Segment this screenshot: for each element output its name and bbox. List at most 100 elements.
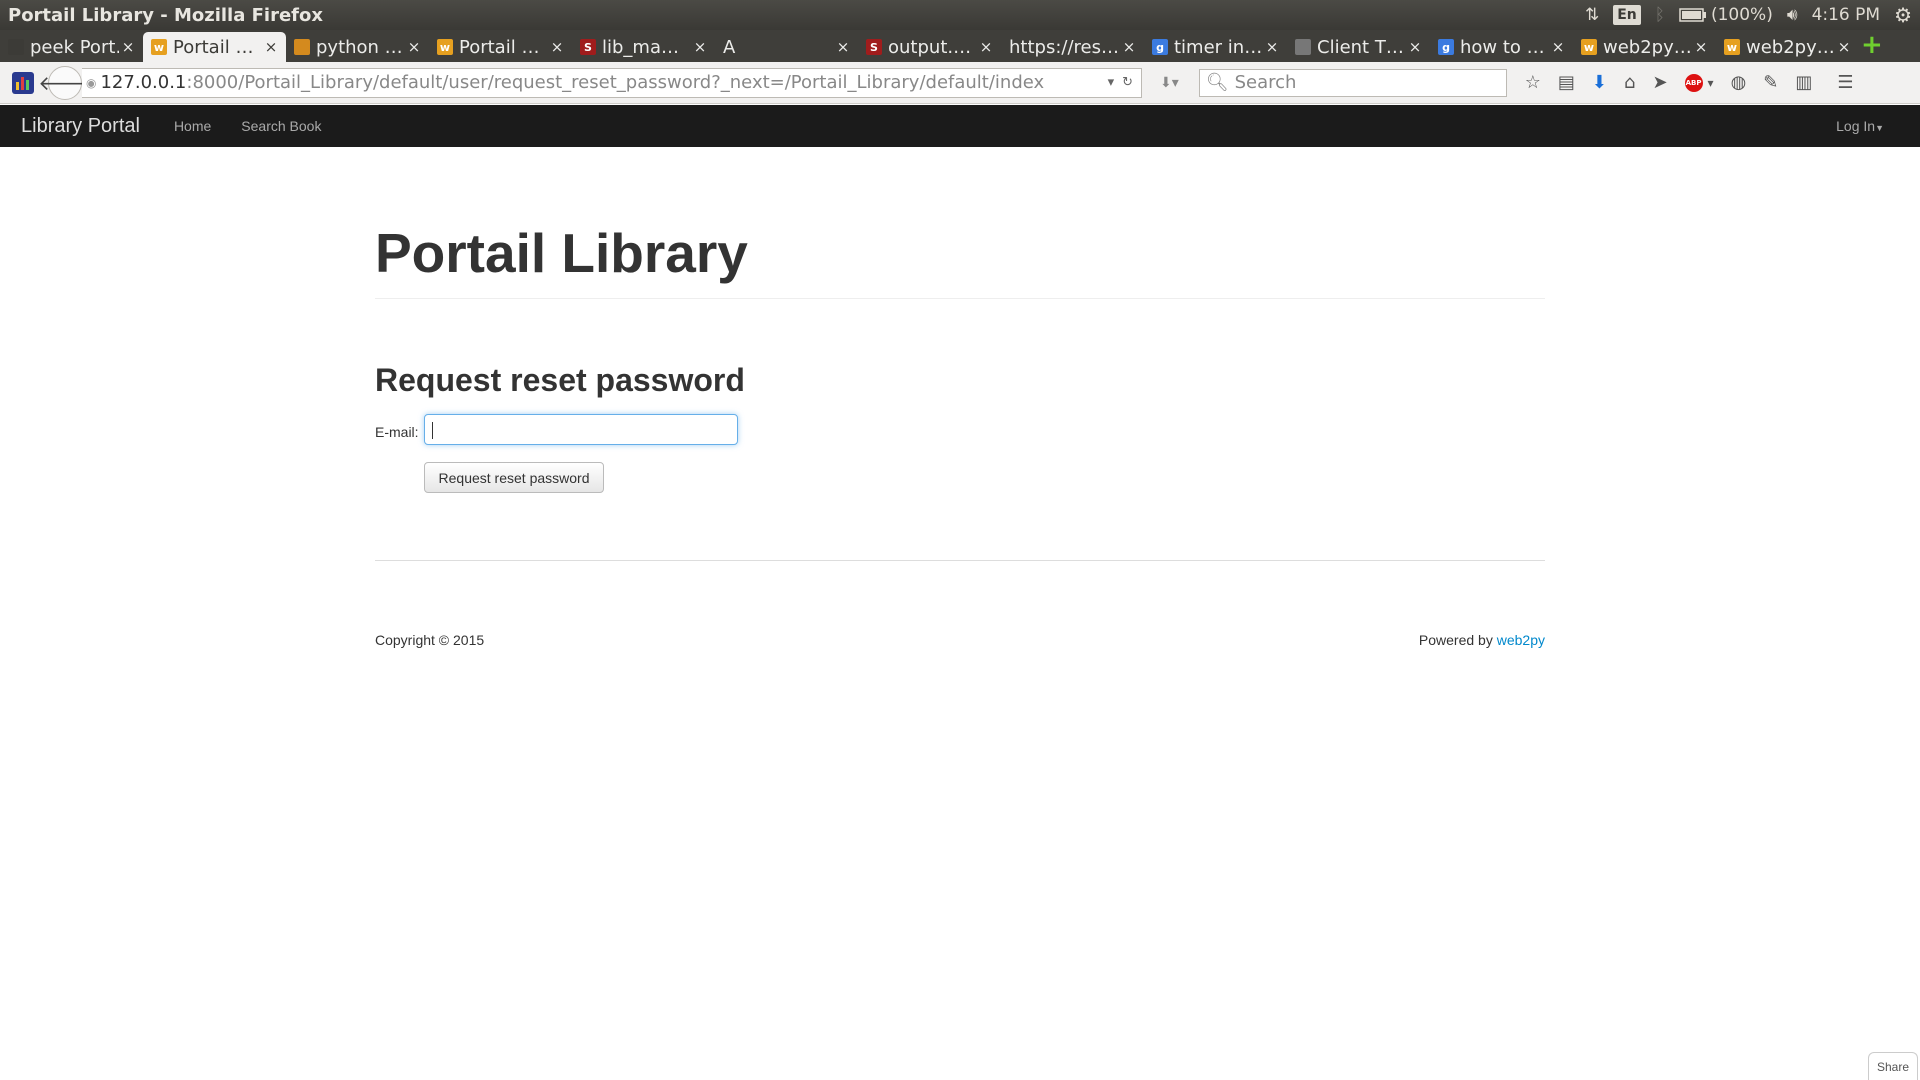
- tab-10[interactable]: g how to … ×: [1430, 32, 1573, 62]
- web2py-link[interactable]: web2py: [1497, 632, 1545, 648]
- close-tab-icon[interactable]: ×: [548, 38, 566, 56]
- tab-label: Client T…: [1317, 36, 1404, 58]
- tab-strip: peek Port…×wPortail …×python …×wPortail …: [0, 30, 1920, 62]
- favicon-icon: [8, 39, 24, 55]
- tab-3[interactable]: w Portail … ×: [429, 32, 572, 62]
- close-tab-icon[interactable]: ×: [1549, 38, 1567, 56]
- close-tab-icon[interactable]: ×: [1835, 38, 1853, 56]
- close-tab-icon[interactable]: ×: [262, 38, 280, 56]
- close-tab-icon[interactable]: ×: [119, 38, 137, 56]
- tab-label: web2py…: [1746, 36, 1835, 58]
- favicon-icon: w: [437, 39, 453, 55]
- search-icon: 🔍︎: [1205, 72, 1229, 93]
- url-path: :8000/Portail_Library/default/user/reque…: [186, 72, 1045, 93]
- favicon-icon: S: [580, 39, 596, 55]
- main-content: Portail Library Request reset password E…: [375, 147, 1545, 648]
- caret-down-icon: ▼: [1875, 123, 1884, 133]
- login-label: Log In: [1836, 118, 1876, 134]
- browser-toolbar: 🡐 ◉ 127.0.0.1:8000/Portail_Library/defau…: [0, 62, 1920, 104]
- system-tray: ⇅ En ᛒ (100%) 🔊︎ 4:16 PM ⚙: [1585, 0, 1920, 30]
- menu-icon[interactable]: ☰: [1837, 72, 1853, 93]
- settings-gear-icon[interactable]: ⚙: [1894, 3, 1912, 27]
- close-tab-icon[interactable]: ×: [1263, 38, 1281, 56]
- adblock-dropdown-icon[interactable]: ▾: [1708, 76, 1714, 90]
- tab-11[interactable]: w web2py… ×: [1573, 32, 1716, 62]
- send-icon[interactable]: ➤: [1652, 72, 1667, 93]
- url-host: 127.0.0.1: [100, 72, 187, 93]
- brand-link[interactable]: Library Portal: [21, 115, 140, 138]
- tab-6[interactable]: Soutput.… ×: [858, 32, 1001, 62]
- new-tab-plus-icon[interactable]: +: [1861, 30, 1883, 60]
- powered-by: Powered by web2py: [1419, 632, 1545, 648]
- login-dropdown[interactable]: Log In▼: [1836, 118, 1884, 134]
- nav-home[interactable]: Home: [174, 118, 211, 134]
- url-bar[interactable]: ◉ 127.0.0.1:8000/Portail_Library/default…: [82, 67, 1142, 98]
- downloads-arrow-icon[interactable]: ⬇▾: [1160, 75, 1179, 91]
- tab-1[interactable]: w Portail … ×: [143, 32, 286, 62]
- close-tab-icon[interactable]: ×: [691, 38, 709, 56]
- tab-label: python …: [316, 36, 403, 58]
- tab-9[interactable]: Client T… ×: [1287, 32, 1430, 62]
- back-button[interactable]: 🡐: [38, 65, 92, 100]
- favicon-icon: [294, 39, 310, 55]
- favicon-icon: S: [866, 39, 882, 55]
- extension-icon[interactable]: ✎: [1763, 72, 1778, 93]
- tab-8[interactable]: g timer in… ×: [1144, 32, 1287, 62]
- close-tab-icon[interactable]: ×: [1406, 38, 1424, 56]
- tab-4[interactable]: Slib_ma… ×: [572, 32, 715, 62]
- favicon-icon: g: [1152, 39, 1168, 55]
- search-placeholder: Search: [1234, 72, 1297, 93]
- tab-5[interactable]: A ×: [715, 32, 858, 62]
- tab-label: Portail …: [459, 36, 540, 58]
- email-field[interactable]: [423, 414, 738, 445]
- divider: [375, 560, 1545, 561]
- favicon-icon: w: [1581, 39, 1597, 55]
- download-icon[interactable]: ⬇: [1592, 72, 1607, 93]
- window-title: Portail Library - Mozilla Firefox: [8, 4, 323, 26]
- tab-12[interactable]: w web2py… ×: [1716, 32, 1859, 62]
- close-tab-icon[interactable]: ×: [1120, 38, 1138, 56]
- keyboard-layout-indicator[interactable]: En: [1613, 5, 1641, 25]
- tab-label: timer in…: [1174, 36, 1263, 58]
- bluetooth-icon[interactable]: ᛒ: [1655, 5, 1665, 25]
- copyright: Copyright © 2015: [375, 632, 485, 648]
- tab-label: output.…: [888, 36, 972, 58]
- reload-icon[interactable]: ↻: [1122, 75, 1133, 90]
- url-dropdown-icon[interactable]: ▾: [1108, 75, 1115, 90]
- email-row: E-mail:: [375, 414, 1545, 445]
- search-bar[interactable]: 🔍︎ Search: [1198, 68, 1507, 97]
- clipboard-icon[interactable]: ▥: [1795, 72, 1812, 93]
- tab-label: web2py…: [1603, 36, 1692, 58]
- tab-7[interactable]: https://res… ×: [1001, 32, 1144, 62]
- chat-icon[interactable]: ◍: [1731, 72, 1747, 93]
- reading-list-icon[interactable]: ▤: [1558, 72, 1575, 93]
- network-icon[interactable]: ⇅: [1585, 5, 1599, 25]
- site-info-icon[interactable]: ◉: [86, 76, 96, 90]
- adblock-icon[interactable]: ABP: [1684, 73, 1703, 92]
- favicon-icon: w: [1724, 39, 1740, 55]
- tab-0[interactable]: peek Port…×: [0, 32, 143, 62]
- nav-search-book[interactable]: Search Book: [241, 118, 321, 134]
- home-icon[interactable]: ⌂: [1624, 72, 1635, 93]
- bookmark-star-icon[interactable]: ☆: [1525, 72, 1541, 93]
- tab-2[interactable]: python … ×: [286, 32, 429, 62]
- close-tab-icon[interactable]: ×: [834, 38, 852, 56]
- tab-label: Portail …: [173, 36, 254, 58]
- tab-label: https://res…: [1009, 36, 1119, 58]
- close-tab-icon[interactable]: ×: [405, 38, 423, 56]
- tab-label: lib_ma…: [602, 36, 679, 58]
- clock[interactable]: 4:16 PM: [1812, 5, 1881, 25]
- close-tab-icon[interactable]: ×: [1692, 38, 1710, 56]
- extension-chart-icon[interactable]: [12, 71, 34, 94]
- close-tab-icon[interactable]: ×: [977, 38, 995, 56]
- request-reset-button[interactable]: Request reset password: [424, 462, 604, 493]
- volume-icon[interactable]: 🔊︎: [1787, 5, 1798, 25]
- app-navbar: Library Portal Home Search Book Log In▼: [0, 105, 1920, 147]
- favicon-icon: w: [151, 39, 167, 55]
- battery-percent: (100%): [1710, 5, 1773, 25]
- powered-by-text: Powered by: [1418, 632, 1493, 648]
- share-button[interactable]: Share: [1868, 1052, 1918, 1080]
- page-title: Portail Library: [375, 222, 748, 284]
- email-label: E-mail:: [375, 423, 419, 440]
- battery-icon[interactable]: [1679, 8, 1707, 22]
